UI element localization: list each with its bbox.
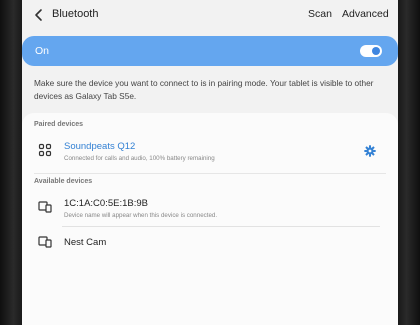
section-divider bbox=[34, 173, 386, 174]
available-device-row[interactable]: 1C:1A:C0:5E:1B:9B Device name will appea… bbox=[22, 193, 398, 227]
paired-device-row[interactable]: Soundpeats Q12 Connected for calls and a… bbox=[22, 135, 398, 169]
available-devices-heading: Available devices bbox=[34, 178, 93, 185]
devices-icon bbox=[38, 201, 52, 213]
devices-icon bbox=[38, 236, 52, 248]
page-title: Bluetooth bbox=[52, 8, 99, 20]
paired-devices-heading: Paired devices bbox=[34, 121, 84, 128]
device-bezel-right bbox=[398, 0, 420, 325]
back-arrow-icon[interactable] bbox=[32, 7, 46, 23]
available-device-row[interactable]: Nest Cam bbox=[22, 231, 398, 255]
devices-card: Paired devices Soundpeats Q12 Connected … bbox=[22, 113, 398, 325]
paired-device-name: Soundpeats Q12 bbox=[64, 141, 136, 152]
gear-icon[interactable] bbox=[364, 145, 376, 157]
advanced-button[interactable]: Advanced bbox=[342, 8, 389, 20]
screen: Bluetooth Scan Advanced On Make sure the… bbox=[22, 0, 398, 325]
device-bezel-left bbox=[0, 0, 22, 325]
available-device-name: Nest Cam bbox=[64, 237, 107, 248]
pairing-description: Make sure the device you want to connect… bbox=[34, 78, 374, 101]
available-device-name: 1C:1A:C0:5E:1B:9B bbox=[64, 198, 148, 209]
toggle-label: On bbox=[35, 45, 50, 57]
row-divider bbox=[62, 226, 380, 227]
bluetooth-toggle-bar[interactable]: On bbox=[22, 36, 398, 66]
headphones-icon bbox=[38, 143, 52, 157]
switch-knob bbox=[372, 47, 380, 55]
available-device-status: Device name will appear when this device… bbox=[64, 212, 218, 219]
scan-button[interactable]: Scan bbox=[308, 8, 332, 20]
bluetooth-switch[interactable] bbox=[360, 45, 382, 57]
paired-device-status: Connected for calls and audio, 100% batt… bbox=[64, 155, 215, 162]
app-bar: Bluetooth Scan Advanced bbox=[22, 0, 398, 30]
